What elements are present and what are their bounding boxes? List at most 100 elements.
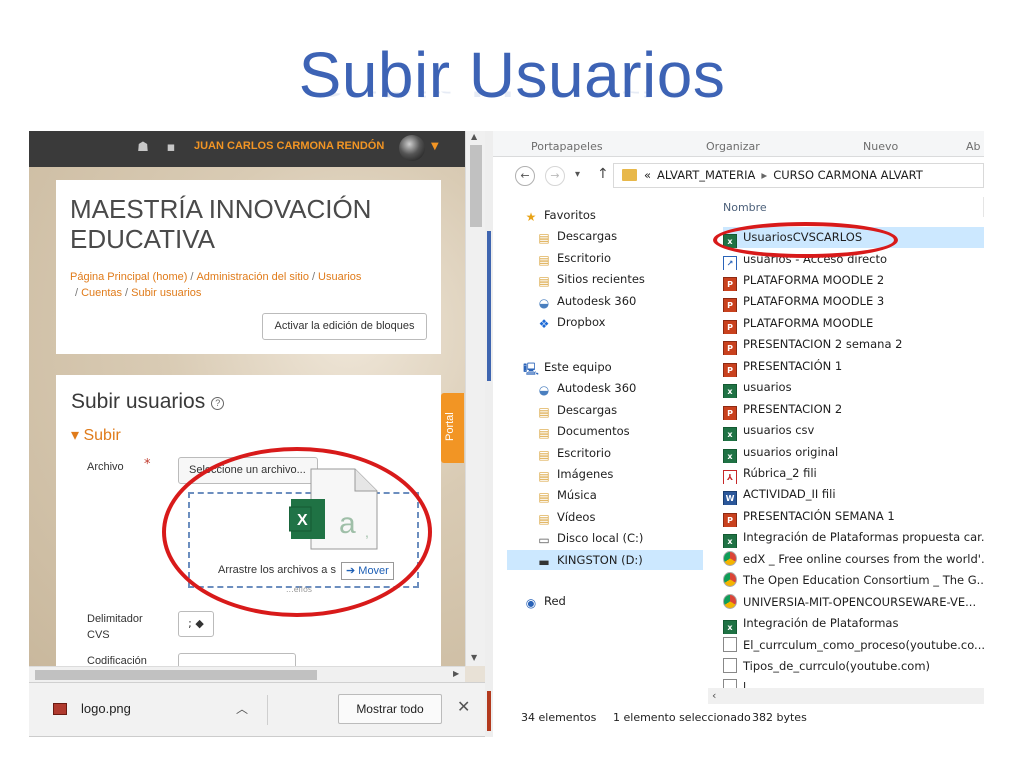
file-row[interactable]: Tipos_de_currculo(youtube.com) [723,656,984,677]
horizontal-scrollbar[interactable]: ▶ [29,666,465,682]
edit-blocks-button[interactable]: Activar la edición de bloques [262,313,427,340]
nav-group-favoritos[interactable]: ★ Favoritos [523,205,596,225]
chat-icon[interactable]: ▪ [163,140,179,156]
portal-tab[interactable]: Portal [441,393,464,463]
ribbon: Portapapeles Organizar Nuevo Ab [493,131,984,157]
back-arrow-icon[interactable]: ← [515,166,535,186]
hscroll-thumb[interactable] [35,670,317,680]
avatar[interactable] [399,135,425,161]
nav-item-label: Vídeos [557,510,596,524]
file-name: UNIVERSIA-MIT-OPENCOURSEWARE-VE... [743,594,977,609]
delimiter-label: Delimitador CVS [87,613,143,641]
nav-group-red[interactable]: ◉ Red [523,591,566,611]
file-row[interactable]: P PRESENTACION 2 [723,399,984,420]
scroll-up-icon[interactable]: ▲ [471,132,477,141]
window-divider [485,131,493,737]
breadcrumb-users[interactable]: Usuarios [318,271,361,283]
ppt-file-icon: P [723,341,737,356]
close-icon[interactable]: ✕ [457,697,470,716]
file-name: PRESENTACION 2 [743,401,843,416]
nav-item-descargas[interactable]: ▤ Descargas [507,400,703,420]
file-row[interactable]: x usuarios [723,377,984,399]
scroll-right-icon[interactable]: ▶ [453,669,459,678]
file-row[interactable]: P PLATAFORMA MOODLE [723,313,984,334]
file-row[interactable]: x usuarios csv [723,420,984,441]
selection-size: 382 bytes [752,711,807,724]
star-icon: ★ [525,210,537,224]
nav-item-videos[interactable]: ▤ Vídeos [507,507,703,527]
imagenes-icon: ▤ [538,469,550,483]
up-arrow-icon[interactable]: ↑ [597,166,609,182]
scroll-thumb[interactable] [470,145,482,227]
nav-item-label: Disco local (C:) [557,531,644,545]
nav-item-label: KINGSTON (D:) [557,553,643,567]
collapse-subir[interactable]: ▾ Subir [71,425,121,445]
nav-item-musica[interactable]: ▤ Música [507,485,703,505]
ppt-file-icon: P [723,405,737,420]
breadcrumb: Página Principal (home) / Administración d… [70,271,362,299]
ribbon-group-clipboard: Portapapeles [531,140,603,153]
column-header-name[interactable]: Nombre [723,201,767,214]
address-path[interactable]: «ALVART_MATERIA ▸ CURSO CARMONA ALVART [644,168,923,182]
nav-item-sitios-recientes[interactable]: ▤ Sitios recientes [507,269,703,289]
nav-item-descargas[interactable]: ▤ Descargas [507,226,703,246]
breadcrumb-upload-users[interactable]: Subir usuarios [131,287,201,299]
file-row[interactable]: W ACTIVIDAD_II fili [723,484,984,506]
nav-item-dropbox[interactable]: ❖ Dropbox [507,312,703,332]
delimiter-select[interactable]: ; ◆ [178,611,214,637]
file-row[interactable]: UNIVERSIA-MIT-OPENCOURSEWARE-VE... [723,592,984,613]
file-row[interactable]: The Open Education Consortium _ The G... [723,570,984,591]
show-all-button[interactable]: Mostrar todo [338,694,442,724]
filelist-hscrollbar[interactable]: ‹ [708,688,984,704]
nav-item-autodesk-360[interactable]: ◒ Autodesk 360 [507,378,703,398]
file-row[interactable]: P PRESENTACION 2 semana 2 [723,334,984,356]
file-row[interactable]: P PLATAFORMA MOODLE 2 [723,270,984,291]
file-name: PRESENTACION 2 semana 2 [743,337,903,352]
scroll-down-icon[interactable]: ▼ [471,653,477,662]
bell-icon[interactable]: ☗ [135,140,151,156]
nav-item-imagenes[interactable]: ▤ Imágenes [507,464,703,484]
file-name: ACTIVIDAD_II fili [743,487,836,502]
nav-item-label: Autodesk 360 [557,294,637,308]
chevron-up-icon[interactable]: ︿ [236,700,248,717]
file-row[interactable]: x Integración de Plataformas propuesta ca… [723,527,984,549]
file-row[interactable]: x Integración de Plataformas [723,613,984,635]
file-row[interactable]: P PRESENTACIÓN 1 [723,356,984,377]
header-card: MAESTRÍA INNOVACIÓN EDUCATIVA Página Pri… [56,180,441,354]
file-row[interactable]: El_currculum_como_proceso(youtube.co... [723,635,984,656]
caret-down-icon[interactable]: ▼ [431,141,439,152]
file-row[interactable]: P PRESENTACIÓN SEMANA 1 [723,506,984,527]
autodesk-360-icon: ◒ [538,383,550,397]
help-icon[interactable]: ? [211,397,225,410]
scroll-left-icon[interactable]: ‹ [712,689,716,702]
nav-item-documentos[interactable]: ▤ Documentos [507,421,703,441]
recent-locations-icon[interactable]: ▾ [575,169,580,180]
file-row[interactable]: ↗ usuarios - Acceso directo [723,249,984,270]
user-menu[interactable]: JUAN CARLOS CARMONA RENDÓN [194,140,384,152]
nav-item-label: Escritorio [557,446,612,460]
nav-item-kingston-d[interactable]: ▬ KINGSTON (D:) [507,550,703,570]
excel-file-icon: x [723,234,737,248]
breadcrumb-accounts[interactable]: Cuentas [81,287,122,299]
forward-arrow-icon[interactable]: → [545,166,565,186]
file-name: usuarios - Acceso directo [743,251,888,266]
breadcrumb-admin[interactable]: Administración del sitio [196,271,309,283]
file-row[interactable]: x usuarios original [723,442,984,463]
file-row[interactable]: ⅄ Rúbrica_2 fili [723,463,984,484]
file-row[interactable]: P PLATAFORMA MOODLE 3 [723,291,984,313]
nav-item-label: Música [557,488,597,502]
ppt-file-icon: P [723,512,737,527]
nav-group-este-equipo[interactable]: 🖳 Este equipo [523,357,612,377]
nav-item-escritorio[interactable]: ▤ Escritorio [507,443,703,463]
breadcrumb-home[interactable]: Página Principal (home) [70,271,187,283]
kingston-d-icon: ▬ [538,555,550,569]
nav-item-disco-local-c[interactable]: ▭ Disco local (C:) [507,528,703,548]
svg-text:a: a [339,507,356,540]
download-item[interactable]: logo.png [81,701,131,716]
nav-item-escritorio[interactable]: ▤ Escritorio [507,248,703,268]
nav-item-autodesk-360[interactable]: ◒ Autodesk 360 [507,291,703,311]
address-bar[interactable]: «ALVART_MATERIA ▸ CURSO CARMONA ALVART [613,163,984,188]
file-row[interactable]: edX _ Free online courses from the world… [723,549,984,570]
file-row[interactable]: x UsuariosCVSCARLOS [723,227,984,248]
vertical-scrollbar[interactable]: ▲ ▼ [465,131,485,666]
